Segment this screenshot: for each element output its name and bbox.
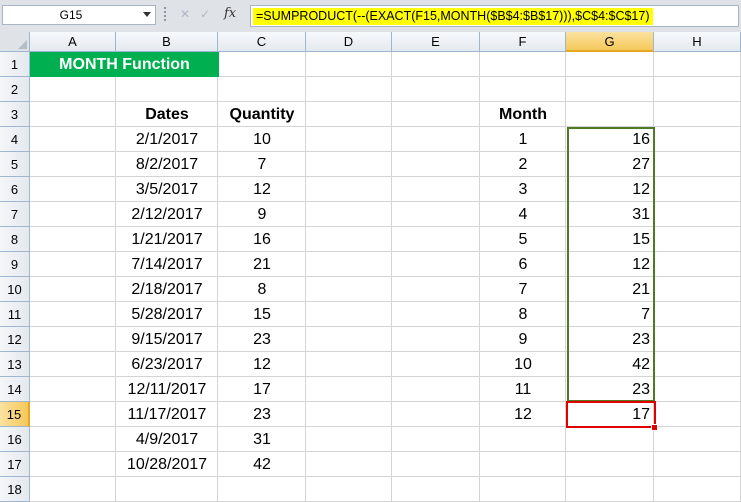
month-cell[interactable]: 7 bbox=[480, 277, 566, 302]
total-cell[interactable]: 42 bbox=[566, 352, 654, 377]
month-cell[interactable]: 2 bbox=[480, 152, 566, 177]
month-cell[interactable]: 12 bbox=[480, 402, 566, 427]
month-cell[interactable]: 4 bbox=[480, 202, 566, 227]
total-cell[interactable]: 16 bbox=[566, 127, 654, 152]
row-header-16[interactable]: 16 bbox=[0, 427, 30, 452]
column-header-h[interactable]: H bbox=[654, 32, 741, 52]
date-cell[interactable]: 7/14/2017 bbox=[116, 252, 218, 277]
formula-text: =SUMPRODUCT(--(EXACT(F15,MONTH($B$4:$B$1… bbox=[253, 8, 653, 25]
date-cell[interactable]: 10/28/2017 bbox=[116, 452, 218, 477]
date-cell[interactable]: 6/23/2017 bbox=[116, 352, 218, 377]
month-cell[interactable]: 6 bbox=[480, 252, 566, 277]
date-cell[interactable]: 1/21/2017 bbox=[116, 227, 218, 252]
quantity-cell[interactable]: 16 bbox=[218, 227, 306, 252]
row-header-4[interactable]: 4 bbox=[0, 127, 30, 152]
column-header-e[interactable]: E bbox=[392, 32, 480, 52]
formula-bar-grip-icon[interactable] bbox=[164, 7, 166, 25]
month-cell[interactable]: 10 bbox=[480, 352, 566, 377]
total-cell[interactable]: 7 bbox=[566, 302, 654, 327]
month-cell[interactable]: 1 bbox=[480, 127, 566, 152]
row-header-8[interactable]: 8 bbox=[0, 227, 30, 252]
month-cell[interactable]: 11 bbox=[480, 377, 566, 402]
header-quantity[interactable]: Quantity bbox=[218, 102, 306, 127]
row-header-12[interactable]: 12 bbox=[0, 327, 30, 352]
quantity-cell[interactable]: 21 bbox=[218, 252, 306, 277]
row-header-18[interactable]: 18 bbox=[0, 477, 30, 502]
date-cell[interactable]: 9/15/2017 bbox=[116, 327, 218, 352]
row-header-10[interactable]: 10 bbox=[0, 277, 30, 302]
month-cell[interactable]: 5 bbox=[480, 227, 566, 252]
row-header-7[interactable]: 7 bbox=[0, 202, 30, 227]
column-header-c[interactable]: C bbox=[218, 32, 306, 52]
row-header-11[interactable]: 11 bbox=[0, 302, 30, 327]
quantity-cell[interactable]: 23 bbox=[218, 402, 306, 427]
month-cell[interactable]: 8 bbox=[480, 302, 566, 327]
month-cell[interactable]: 3 bbox=[480, 177, 566, 202]
header-month[interactable]: Month bbox=[480, 102, 566, 127]
row-header-14[interactable]: 14 bbox=[0, 377, 30, 402]
quantity-cell[interactable]: 10 bbox=[218, 127, 306, 152]
date-cell[interactable]: 4/9/2017 bbox=[116, 427, 218, 452]
quantity-cell[interactable]: 9 bbox=[218, 202, 306, 227]
column-header-f[interactable]: F bbox=[480, 32, 566, 52]
total-cell[interactable]: 15 bbox=[566, 227, 654, 252]
quantity-cell[interactable]: 12 bbox=[218, 352, 306, 377]
name-box-dropdown-icon[interactable] bbox=[143, 12, 151, 17]
cancel-icon[interactable]: ✕ bbox=[180, 7, 190, 21]
total-cell[interactable]: 31 bbox=[566, 202, 654, 227]
row-header-3[interactable]: 3 bbox=[0, 102, 30, 127]
column-header-a[interactable]: A bbox=[30, 32, 116, 52]
row-header-17[interactable]: 17 bbox=[0, 452, 30, 477]
column-header-d[interactable]: D bbox=[306, 32, 392, 52]
month-cell[interactable]: 9 bbox=[480, 327, 566, 352]
select-all-button[interactable] bbox=[0, 32, 30, 52]
name-box-value: G15 bbox=[59, 8, 83, 22]
date-cell[interactable]: 3/5/2017 bbox=[116, 177, 218, 202]
quantity-cell[interactable]: 12 bbox=[218, 177, 306, 202]
total-cell[interactable]: 23 bbox=[566, 327, 654, 352]
formula-input[interactable]: =SUMPRODUCT(--(EXACT(F15,MONTH($B$4:$B$1… bbox=[250, 5, 739, 27]
quantity-cell[interactable]: 42 bbox=[218, 452, 306, 477]
header-dates[interactable]: Dates bbox=[116, 102, 218, 127]
insert-function-icon[interactable]: fx bbox=[224, 6, 236, 21]
total-cell[interactable]: 12 bbox=[566, 177, 654, 202]
total-cell[interactable]: 27 bbox=[566, 152, 654, 177]
row-header-1[interactable]: 1 bbox=[0, 52, 30, 77]
date-cell[interactable]: 8/2/2017 bbox=[116, 152, 218, 177]
quantity-cell[interactable]: 31 bbox=[218, 427, 306, 452]
row-header-5[interactable]: 5 bbox=[0, 152, 30, 177]
row-header-9[interactable]: 9 bbox=[0, 252, 30, 277]
gridline bbox=[391, 52, 392, 502]
date-cell[interactable]: 5/28/2017 bbox=[116, 302, 218, 327]
quantity-cell[interactable]: 23 bbox=[218, 327, 306, 352]
title-cell[interactable]: MONTH Function bbox=[30, 52, 219, 77]
date-cell[interactable]: 12/11/2017 bbox=[116, 377, 218, 402]
quantity-cell[interactable]: 7 bbox=[218, 152, 306, 177]
quantity-cell[interactable]: 17 bbox=[218, 377, 306, 402]
name-box[interactable]: G15 bbox=[2, 5, 156, 25]
date-cell[interactable]: 2/18/2017 bbox=[116, 277, 218, 302]
row-header-15[interactable]: 15 bbox=[0, 402, 30, 427]
row-header-13[interactable]: 13 bbox=[0, 352, 30, 377]
quantity-cell[interactable]: 15 bbox=[218, 302, 306, 327]
date-cell[interactable]: 11/17/2017 bbox=[116, 402, 218, 427]
column-header-b[interactable]: B bbox=[116, 32, 218, 52]
column-header-g[interactable]: G bbox=[566, 32, 654, 52]
fill-handle[interactable] bbox=[651, 424, 658, 431]
total-cell[interactable]: 17 bbox=[566, 402, 654, 427]
row-header-6[interactable]: 6 bbox=[0, 177, 30, 202]
total-cell[interactable]: 23 bbox=[566, 377, 654, 402]
formula-bar: G15 ✕ ✓ fx =SUMPRODUCT(--(EXACT(F15,MONT… bbox=[0, 0, 741, 33]
row-header-2[interactable]: 2 bbox=[0, 77, 30, 102]
enter-icon[interactable]: ✓ bbox=[200, 7, 210, 21]
total-cell[interactable]: 21 bbox=[566, 277, 654, 302]
total-cell[interactable]: 12 bbox=[566, 252, 654, 277]
date-cell[interactable]: 2/12/2017 bbox=[116, 202, 218, 227]
spreadsheet-grid[interactable]: A B C D E F G H 1 2 3 4 5 6 7 8 9 10 11 12 13 14 15 16 17 18 MONT… bbox=[0, 32, 741, 502]
date-cell[interactable]: 2/1/2017 bbox=[116, 127, 218, 152]
quantity-cell[interactable]: 8 bbox=[218, 277, 306, 302]
